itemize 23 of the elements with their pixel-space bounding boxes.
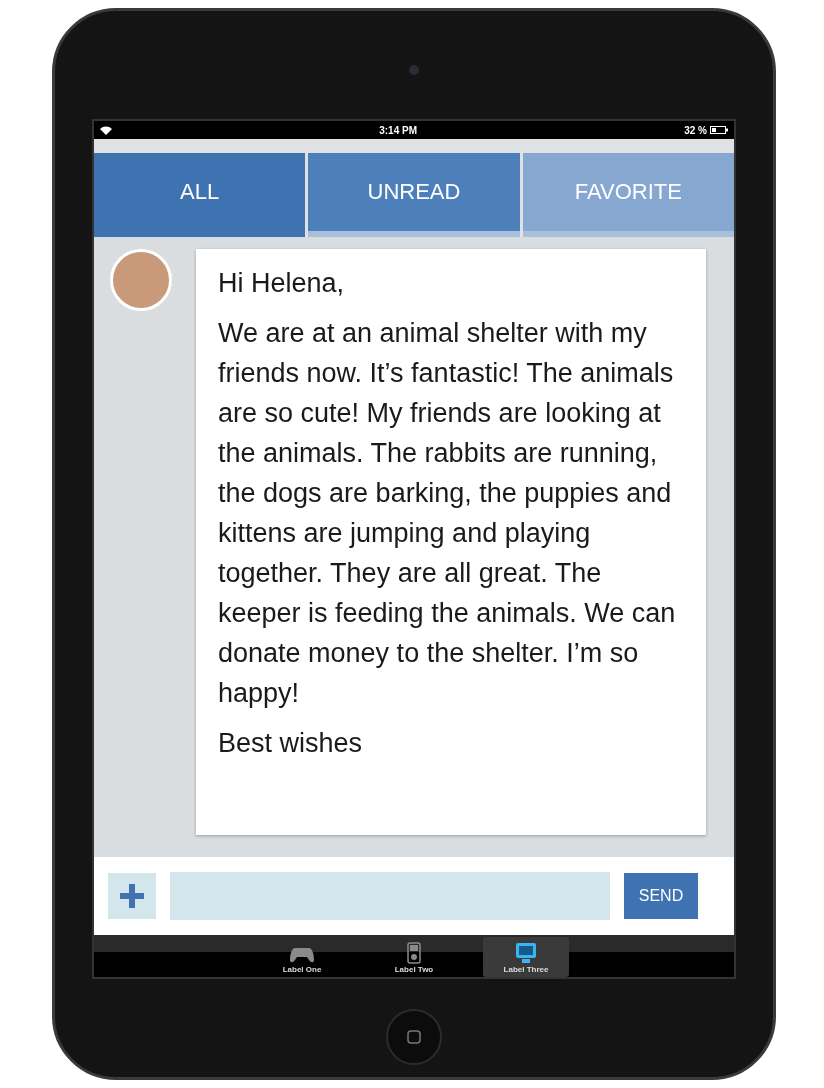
tab[interactable]: ALL [94,153,306,237]
square-icon [407,1030,421,1044]
gamepad-icon [289,946,315,964]
message-text: We are at an animal shelter with my friends now. It’s fantastic! The animals are so cute! My friends are looking at the animals. The rabbits are running, the dogs are barking, the puppies and kittens are jumping and playing together. They are all great. The keeper is feeding the animals. We can donate money to the shelter. I’m so happy! [218,317,677,710]
wifi-icon [100,125,112,135]
send-button[interactable]: SEND [624,873,698,919]
tab-bar-item[interactable]: Label Three [483,937,569,977]
camera-icon [409,65,419,75]
battery-percent: 32 % [684,124,707,136]
tab-bar-item[interactable]: Label Two [371,937,457,977]
plus-icon [118,882,146,910]
add-button[interactable] [108,873,156,919]
message-input[interactable] [170,872,610,920]
message-text: Hi Helena, [218,267,346,300]
message-text: Best wishes [218,727,364,760]
tab[interactable]: UNREAD [308,153,520,237]
status-time: 3:14 PM [379,124,417,136]
monitor-icon [515,942,537,964]
home-button[interactable] [386,1009,442,1065]
tab-bar-item[interactable]: Label One [259,937,345,977]
music-player-icon [407,942,421,964]
battery-icon [710,126,728,134]
tab[interactable]: FAVORITE [522,153,734,237]
